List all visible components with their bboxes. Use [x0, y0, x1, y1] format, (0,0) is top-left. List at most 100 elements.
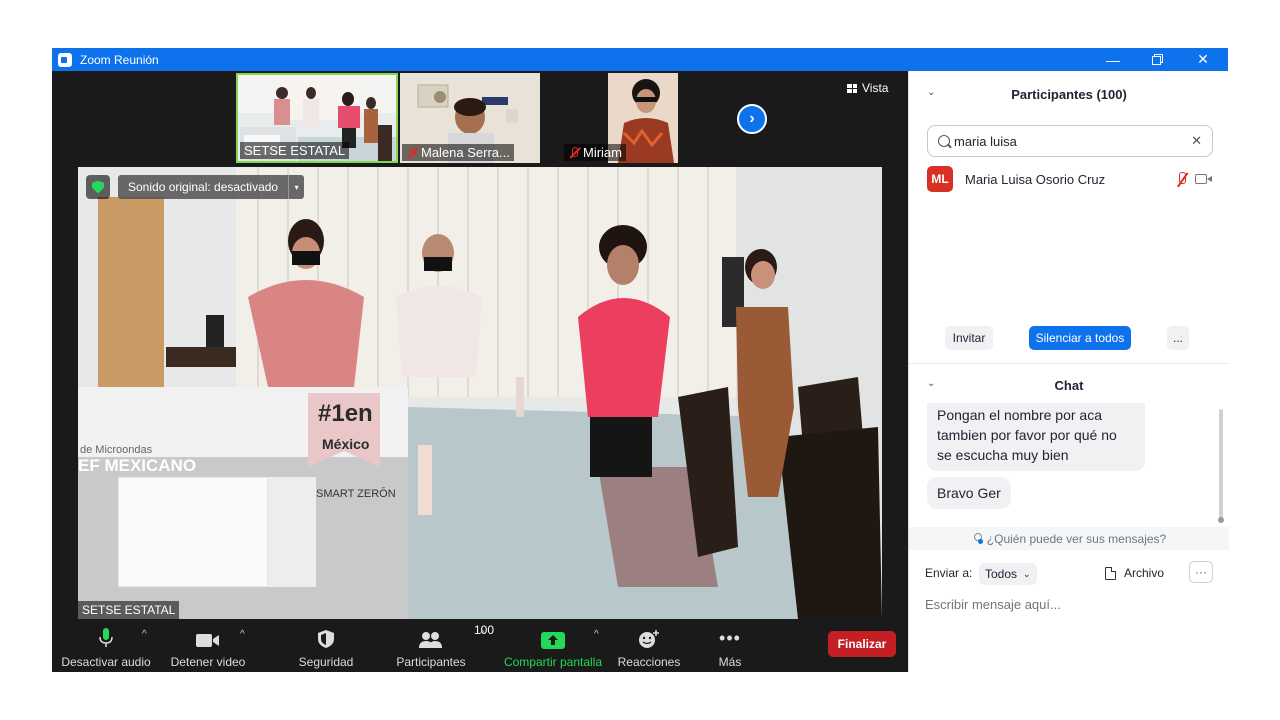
send-to-dropdown[interactable]: Todos ⌄ [979, 563, 1037, 585]
chat-more-button[interactable]: ··· [1189, 561, 1213, 583]
participants-button[interactable]: 100 Participantes [390, 623, 494, 669]
send-to-label: Enviar a: [925, 566, 973, 580]
chat-panel-title: Chat [1054, 378, 1084, 393]
audio-options-chevron-up-icon[interactable]: ^ [142, 629, 147, 640]
view-button[interactable]: Vista [847, 81, 888, 95]
participant-search-box[interactable]: ✕ [927, 125, 1213, 157]
side-panel: ⌄ Participantes (100) ✕ ML Maria Luisa O… [908, 71, 1229, 672]
box-brand-text: EF MEXICANO [78, 456, 196, 475]
participants-panel-title: Participantes (100) [1011, 87, 1127, 102]
restore-glyph [1151, 54, 1163, 65]
chat-panel-header: ⌄ Chat [909, 378, 1229, 393]
original-sound-dropdown-icon[interactable]: ▾ [288, 175, 304, 199]
participants-icon: 100 [418, 623, 494, 649]
video-thumbnail[interactable]: Miriam [562, 73, 722, 163]
mute-audio-label: Desactivar audio [61, 655, 151, 669]
share-screen-icon [541, 627, 565, 649]
box-subtitle-text: de Microondas [80, 444, 153, 456]
share-screen-label: Compartir pantalla [503, 655, 603, 669]
thumbnail-name-label: SETSE ESTATAL [240, 142, 350, 159]
share-options-chevron-up-icon[interactable]: ^ [594, 629, 599, 640]
restore-icon[interactable] [1134, 48, 1180, 71]
muted-mic-icon[interactable] [1175, 172, 1189, 188]
thumbnail-name: SETSE ESTATAL [244, 143, 346, 158]
chat-scroll-end-indicator [1218, 517, 1224, 523]
invite-button[interactable]: Invitar [945, 326, 993, 350]
thumbnail-name-label: Miriam [564, 144, 626, 161]
participants-panel-header: ⌄ Participantes (100) [909, 87, 1229, 102]
participants-label: Participantes [396, 655, 466, 669]
zoom-app-icon [58, 52, 72, 67]
main-video[interactable]: #1en México de Microondas EF MEXICANO SM… [78, 167, 882, 619]
thumbnail-name: Miriam [583, 145, 622, 160]
participants-options-chevron-up-icon[interactable]: ^ [480, 629, 485, 640]
meeting-toolbar: Desactivar audio ^ Detener video ^ Segur… [52, 619, 908, 672]
panel-divider [909, 363, 1229, 364]
share-screen-button[interactable]: Compartir pantalla [500, 627, 606, 669]
file-button[interactable]: Archivo [1105, 566, 1164, 580]
file-label: Archivo [1124, 566, 1165, 580]
box-rank-text: #1en [318, 400, 373, 427]
chat-message-input[interactable] [925, 593, 1215, 615]
chat-message: Bravo Ger [927, 477, 1011, 509]
send-to-value: Todos [985, 567, 1018, 581]
avatar: ML [927, 166, 953, 192]
muted-mic-icon [568, 146, 580, 159]
original-sound-toggle[interactable]: Sonido original: desactivado ▾ [118, 175, 305, 199]
box-country-text: México [322, 436, 369, 452]
who-can-see-messages-link[interactable]: ¿Quién puede ver sus mensajes? [909, 527, 1229, 550]
more-button[interactable]: ••• Más [708, 627, 752, 669]
collapse-participants-chevron-icon[interactable]: ⌄ [927, 87, 935, 98]
more-dots-icon: ••• [719, 628, 741, 648]
collapse-chat-chevron-icon[interactable]: ⌄ [927, 378, 935, 389]
participant-name: Maria Luisa Osorio Cruz [965, 171, 1106, 187]
video-off-camera-icon[interactable] [1195, 174, 1212, 184]
mute-audio-button[interactable]: Desactivar audio [61, 627, 151, 669]
box-smart-text: SMART ZERŌN [316, 488, 396, 500]
muted-mic-icon [406, 146, 418, 159]
chevron-down-icon: ⌄ [1023, 568, 1031, 579]
stop-video-label: Detener video [170, 655, 246, 669]
next-page-arrow-icon[interactable]: › [737, 104, 767, 134]
send-to-row: Enviar a: Todos ⌄ Archivo ··· [925, 561, 1215, 585]
participant-search-input[interactable] [954, 133, 1192, 149]
file-icon [1105, 566, 1116, 580]
video-camera-icon [195, 627, 221, 649]
video-thumbnail[interactable]: SETSE ESTATAL [236, 73, 398, 163]
who-can-see-label: ¿Quién puede ver sus mensajes? [986, 531, 1167, 546]
grid-view-icon [847, 83, 857, 93]
end-meeting-button[interactable]: Finalizar [828, 631, 896, 657]
reactions-button[interactable]: Reacciones [614, 627, 684, 669]
close-icon[interactable]: ✕ [1180, 48, 1226, 71]
zoom-window: Zoom Reunión — ✕ SETSE ESTATAL Malena Se… [52, 48, 1229, 672]
thumbnail-name: Malena Serra... [421, 145, 510, 160]
video-thumbnail[interactable]: Malena Serra... [400, 73, 540, 163]
window-title: Zoom Reunión [80, 52, 159, 67]
security-shield-icon [317, 627, 335, 649]
stop-video-button[interactable]: Detener video [168, 627, 248, 669]
speaker-name-label: SETSE ESTATAL [78, 601, 180, 619]
shield-glyph [92, 180, 104, 194]
microphone-icon [98, 627, 114, 649]
participants-more-button[interactable]: ... [1167, 326, 1189, 350]
meeting-area: SETSE ESTATAL Malena Serra... Miriam › V… [52, 71, 908, 672]
main-video-scene: #1en México de Microondas EF MEXICANO SM… [78, 167, 882, 619]
original-sound-label: Sonido original: desactivado [128, 180, 279, 194]
video-options-chevron-up-icon[interactable]: ^ [240, 629, 245, 640]
thumbnail-name-label: Malena Serra... [402, 144, 514, 161]
chat-message: Pongan el nombre por aca tambien por fav… [927, 403, 1145, 471]
participant-row[interactable]: ML Maria Luisa Osorio Cruz [927, 166, 1217, 192]
minimize-icon[interactable]: — [1090, 48, 1136, 71]
clear-search-icon[interactable]: ✕ [1191, 133, 1202, 149]
view-label: Vista [862, 81, 889, 95]
reactions-label: Reacciones [617, 655, 681, 669]
mute-all-button[interactable]: Silenciar a todos [1029, 326, 1131, 350]
security-button[interactable]: Seguridad [288, 627, 364, 669]
reactions-smiley-icon [638, 627, 660, 649]
encryption-shield-icon[interactable] [86, 175, 110, 199]
search-icon [938, 135, 950, 147]
title-bar: Zoom Reunión — ✕ [52, 48, 1228, 71]
chat-scrollbar[interactable] [1219, 409, 1223, 519]
security-label: Seguridad [298, 655, 354, 669]
person-info-icon [972, 533, 983, 544]
